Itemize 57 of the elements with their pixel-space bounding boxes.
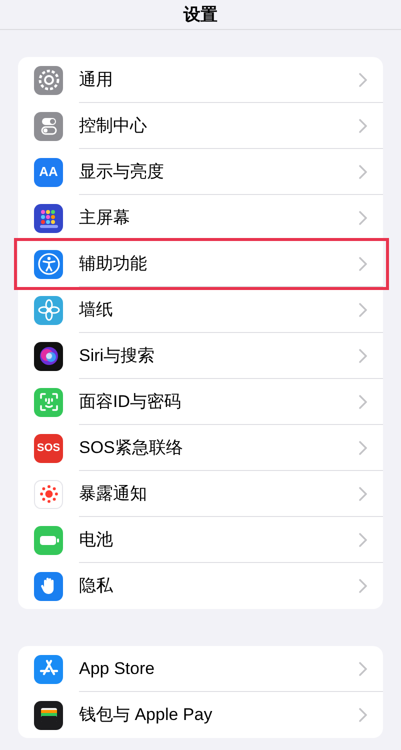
- chevron-icon: [359, 118, 367, 132]
- chevron-icon: [359, 486, 367, 500]
- chevron-icon: [359, 210, 367, 224]
- chevron-icon: [359, 394, 367, 408]
- row-label: 面容ID与密码: [79, 390, 182, 413]
- chevron-icon: [359, 256, 367, 270]
- settings-row[interactable]: 通用: [18, 57, 383, 103]
- row-label: 主屏幕: [79, 206, 131, 229]
- row-label: 辅助功能: [79, 252, 148, 275]
- chevron-icon: [359, 302, 367, 316]
- row-label: 暴露通知: [79, 482, 148, 505]
- settings-row[interactable]: App Store: [18, 646, 383, 692]
- row-label: Siri与搜索: [79, 344, 156, 367]
- toggles-icon: [34, 112, 63, 140]
- row-label: 隐私: [79, 575, 114, 598]
- row-label: 显示与亮度: [79, 160, 165, 183]
- chevron-icon: [359, 708, 367, 722]
- row-label: 电池: [79, 528, 114, 551]
- settings-row[interactable]: Siri与搜索: [18, 333, 383, 379]
- gear-icon: [34, 66, 63, 94]
- chevron-icon: [359, 348, 367, 362]
- settings-row[interactable]: AA 显示与亮度: [18, 149, 383, 195]
- chevron-icon: [359, 662, 367, 676]
- row-label: 钱包与 Apple Pay: [79, 704, 214, 726]
- dots-icon: [34, 480, 63, 508]
- settings-row[interactable]: 电池: [18, 517, 383, 563]
- chevron-icon: [359, 579, 367, 593]
- row-label: SOS紧急联络: [79, 436, 184, 459]
- sos-icon: SOS: [34, 434, 63, 462]
- settings-row[interactable]: 主屏幕: [18, 195, 383, 241]
- battery-icon: [34, 526, 63, 554]
- accessibility-icon: [34, 250, 63, 278]
- hand-icon: [34, 572, 63, 600]
- row-label: 控制中心: [79, 114, 148, 137]
- settings-row[interactable]: 辅助功能: [18, 241, 383, 287]
- page-title: 设置: [184, 4, 218, 26]
- settings-row[interactable]: 墙纸: [18, 287, 383, 333]
- settings-row[interactable]: 钱包与 Apple Pay: [18, 692, 383, 738]
- row-label: 墙纸: [79, 298, 114, 321]
- display-icon: AA: [34, 158, 63, 186]
- row-label: App Store: [79, 658, 156, 680]
- chevron-icon: [359, 532, 367, 546]
- chevron-icon: [359, 164, 367, 178]
- a-letter-icon: [34, 654, 63, 684]
- orb-icon: [34, 342, 63, 370]
- flower-icon: [34, 296, 63, 324]
- settings-row[interactable]: 隐私: [18, 563, 383, 609]
- face-scan-icon: [34, 388, 63, 416]
- settings-row[interactable]: 面容ID与密码: [18, 379, 383, 425]
- row-label: 通用: [79, 68, 114, 91]
- settings-row[interactable]: SOS SOS紧急联络: [18, 425, 383, 471]
- app-grid-icon: [34, 204, 63, 232]
- chevron-icon: [359, 440, 367, 454]
- wallet-icon: [34, 700, 63, 730]
- chevron-icon: [359, 72, 367, 86]
- settings-row[interactable]: 暴露通知: [18, 471, 383, 517]
- settings-row[interactable]: 控制中心: [18, 103, 383, 149]
